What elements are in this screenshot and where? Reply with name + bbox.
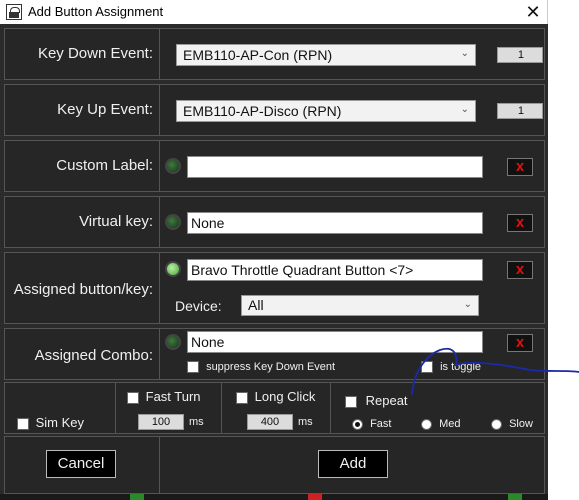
sim-key-option[interactable]: Sim Key xyxy=(17,415,84,430)
key-up-event-select[interactable]: EMB110-AP-Disco (RPN) ⌄ xyxy=(176,100,476,122)
assigned-button-row: Assigned button/key: Bravo Throttle Quad… xyxy=(4,252,545,324)
dialog-body: Key Down Event: EMB110-AP-Con (RPN) ⌄ 1 … xyxy=(0,24,548,500)
key-up-row: Key Up Event: EMB110-AP-Disco (RPN) ⌄ 1 xyxy=(4,84,545,136)
fast-turn-checkbox[interactable] xyxy=(127,391,139,404)
divider xyxy=(159,141,160,191)
speed-fast-option[interactable]: Fast xyxy=(352,418,391,430)
repeat-option[interactable]: Repeat xyxy=(345,393,408,408)
key-down-event-select[interactable]: EMB110-AP-Con (RPN) ⌄ xyxy=(176,44,476,66)
suppress-key-down-option[interactable]: suppress Key Down Event xyxy=(187,361,336,374)
background-area xyxy=(548,24,579,500)
app-icon xyxy=(6,4,22,20)
virtual-key-input[interactable]: None xyxy=(187,212,483,234)
minus-icon xyxy=(308,494,322,500)
speed-med-radio[interactable] xyxy=(421,418,432,430)
title-bar: Add Button Assignment ✕ xyxy=(0,0,548,24)
key-up-value-field[interactable]: 1 xyxy=(497,103,543,119)
status-led-icon xyxy=(165,214,181,230)
virtual-key-row: Virtual key: None x xyxy=(4,196,545,248)
speed-slow-radio[interactable] xyxy=(491,418,502,430)
fast-turn-label: Fast Turn xyxy=(145,389,201,404)
long-click-option[interactable]: Long Click xyxy=(236,389,315,404)
clear-assigned-button-button[interactable]: x xyxy=(507,261,533,279)
suppress-key-down-checkbox[interactable] xyxy=(187,361,199,374)
clear-assigned-combo-button[interactable]: x xyxy=(507,334,533,352)
divider xyxy=(159,85,160,135)
is-toggle-checkbox[interactable] xyxy=(421,361,433,374)
key-down-row: Key Down Event: EMB110-AP-Con (RPN) ⌄ 1 xyxy=(4,28,545,80)
clear-custom-label-button[interactable]: x xyxy=(507,158,533,176)
device-select[interactable]: All ⌄ xyxy=(241,295,479,316)
speed-slow-label: Slow xyxy=(509,418,533,430)
long-click-ms-field[interactable]: 400 xyxy=(247,414,293,430)
speed-slow-option[interactable]: Slow xyxy=(491,418,533,430)
window-title: Add Button Assignment xyxy=(28,4,164,19)
assigned-combo-label: Assigned Combo: xyxy=(34,347,153,364)
divider xyxy=(159,197,160,247)
divider xyxy=(330,383,331,433)
divider xyxy=(159,29,160,79)
key-up-event-value: EMB110-AP-Disco (RPN) xyxy=(183,103,342,119)
action-row: Cancel Add xyxy=(4,436,545,494)
divider xyxy=(221,383,222,433)
status-led-icon xyxy=(165,261,181,277)
close-icon[interactable]: ✕ xyxy=(518,0,548,24)
fast-turn-option[interactable]: Fast Turn xyxy=(127,389,201,404)
repeat-checkbox[interactable] xyxy=(345,395,357,408)
plus-icon xyxy=(508,494,522,500)
divider xyxy=(159,329,160,379)
long-click-label: Long Click xyxy=(254,389,316,404)
long-click-checkbox[interactable] xyxy=(236,391,248,404)
divider xyxy=(159,253,160,323)
options-row: Sim Key Fast Turn 100 ms Long Click 400 … xyxy=(4,382,545,434)
is-toggle-label: is toggle xyxy=(440,361,482,373)
key-down-label: Key Down Event: xyxy=(37,45,153,62)
background-strip xyxy=(0,494,548,500)
assigned-button-label: Assigned button/key: xyxy=(13,281,153,298)
chevron-down-icon: ⌄ xyxy=(460,48,469,59)
chevron-down-icon: ⌄ xyxy=(460,104,469,115)
key-up-label: Key Up Event: xyxy=(57,101,153,118)
clear-virtual-key-button[interactable]: x xyxy=(507,214,533,232)
speed-fast-radio[interactable] xyxy=(352,418,363,430)
assigned-button-input[interactable]: Bravo Throttle Quadrant Button <7> xyxy=(187,259,483,281)
add-button[interactable]: Add xyxy=(318,450,388,478)
sim-key-checkbox[interactable] xyxy=(17,417,29,430)
assigned-combo-row: Assigned Combo: None x suppress Key Down… xyxy=(4,328,545,380)
speed-fast-label: Fast xyxy=(370,418,392,430)
sim-key-label: Sim Key xyxy=(35,415,85,430)
custom-label-row: Custom Label: x xyxy=(4,140,545,192)
chevron-down-icon: ⌄ xyxy=(463,299,472,310)
speed-med-option[interactable]: Med xyxy=(421,418,460,430)
plus-icon xyxy=(130,494,144,500)
suppress-key-down-label: suppress Key Down Event xyxy=(206,361,336,373)
repeat-label: Repeat xyxy=(365,393,408,408)
status-led-icon xyxy=(165,334,181,350)
speed-med-label: Med xyxy=(439,418,461,430)
assigned-combo-input[interactable]: None xyxy=(187,331,483,353)
ms-unit-label: ms xyxy=(189,416,204,428)
fast-turn-ms-field[interactable]: 100 xyxy=(138,414,184,430)
divider xyxy=(159,437,160,493)
key-down-value-field[interactable]: 1 xyxy=(497,47,543,63)
status-led-icon xyxy=(165,158,181,174)
virtual-key-label: Virtual key: xyxy=(79,213,153,230)
custom-label-input[interactable] xyxy=(187,156,483,178)
key-down-event-value: EMB110-AP-Con (RPN) xyxy=(183,47,333,63)
divider xyxy=(115,383,116,433)
is-toggle-option[interactable]: is toggle xyxy=(421,361,482,374)
device-label: Device: xyxy=(175,298,222,314)
device-value: All xyxy=(248,297,264,313)
cancel-button[interactable]: Cancel xyxy=(46,450,116,478)
ms-unit-label: ms xyxy=(298,416,313,428)
custom-label-label: Custom Label: xyxy=(56,157,153,174)
